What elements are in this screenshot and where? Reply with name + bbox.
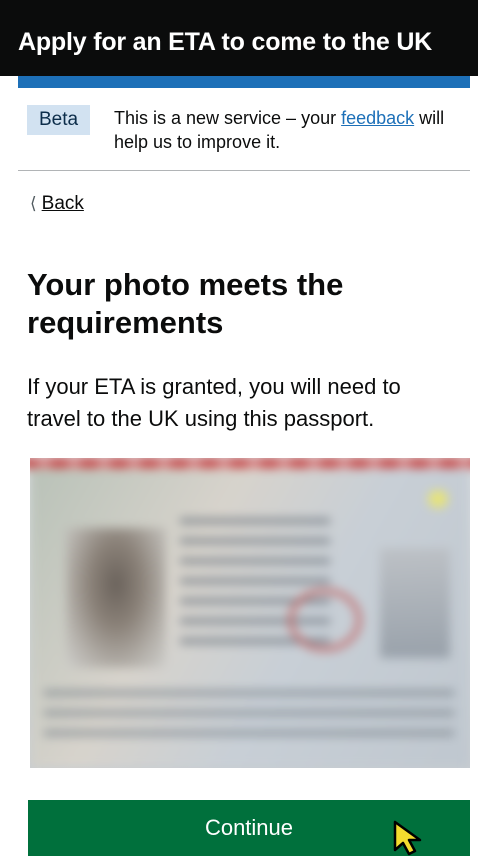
header-accent-bar [18,76,470,88]
passport-top-strip [30,458,470,468]
passport-photo [30,458,470,768]
passport-info-text: If your ETA is granted, you will need to… [27,374,401,431]
passport-stamp [288,588,362,652]
page-title: Your photo meets the requirements [27,267,344,340]
service-title[interactable]: Apply for an ETA to come to the UK [18,28,432,57]
phase-banner: Beta This is a new service – your feedba… [18,100,470,171]
back-link[interactable]: ⟨ Back [30,193,84,215]
passport-photo-blurred [30,458,470,768]
mouse-pointer-icon [393,820,422,856]
phase-banner-text: This is a new service – your feedback wi… [114,106,464,154]
passport-side-block [380,548,450,658]
passport-hologram [428,490,448,508]
passport-mrz-lines [44,690,454,745]
back-link-label: Back [41,193,84,214]
phase-text-before: This is a new service – your [114,108,342,128]
feedback-link[interactable]: feedback [341,108,414,128]
service-header: Apply for an ETA to come to the UK [0,0,478,76]
passport-portrait [66,528,166,668]
chevron-left-icon: ⟨ [30,194,37,213]
beta-tag: Beta [27,105,91,135]
